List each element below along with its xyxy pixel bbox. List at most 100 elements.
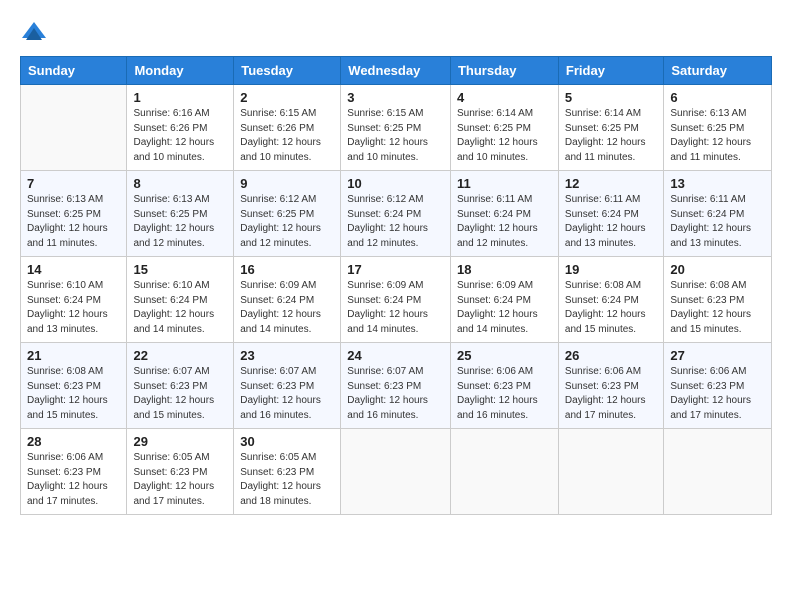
day-number: 18 (457, 262, 552, 277)
day-number: 4 (457, 90, 552, 105)
calendar-cell: 24 Sunrise: 6:07 AM Sunset: 6:23 PM Dayli… (341, 343, 451, 429)
day-info: Sunrise: 6:14 AM Sunset: 6:25 PM Dayligh… (457, 107, 552, 165)
header (20, 18, 772, 46)
day-number: 2 (240, 90, 334, 105)
day-number: 28 (27, 434, 120, 449)
day-number: 9 (240, 176, 334, 191)
calendar-cell: 16 Sunrise: 6:09 AM Sunset: 6:24 PM Dayli… (234, 257, 341, 343)
day-number: 15 (133, 262, 227, 277)
day-number: 21 (27, 348, 120, 363)
calendar-cell: 14 Sunrise: 6:10 AM Sunset: 6:24 PM Dayli… (21, 257, 127, 343)
calendar-cell: 3Sunrise: 6:15 AM Sunset: 6:25 PM Daylig… (341, 85, 451, 171)
calendar-header-row: SundayMondayTuesdayWednesdayThursdayFrid… (21, 57, 772, 85)
calendar-cell: 22 Sunrise: 6:07 AM Sunset: 6:23 PM Dayli… (127, 343, 234, 429)
calendar-cell: 19 Sunrise: 6:08 AM Sunset: 6:24 PM Dayli… (558, 257, 663, 343)
day-number: 12 (565, 176, 657, 191)
day-of-week-header: Saturday (664, 57, 772, 85)
calendar-cell: 12 Sunrise: 6:11 AM Sunset: 6:24 PM Dayli… (558, 171, 663, 257)
day-number: 8 (133, 176, 227, 191)
calendar-cell (341, 429, 451, 515)
day-info: Sunrise: 6:13 AM Sunset: 6:25 PM Dayligh… (27, 193, 120, 251)
day-info: Sunrise: 6:12 AM Sunset: 6:25 PM Dayligh… (240, 193, 334, 251)
calendar-cell: 10 Sunrise: 6:12 AM Sunset: 6:24 PM Dayli… (341, 171, 451, 257)
day-number: 10 (347, 176, 444, 191)
calendar-cell (21, 85, 127, 171)
calendar-cell: 30 Sunrise: 6:05 AM Sunset: 6:23 PM Dayli… (234, 429, 341, 515)
day-of-week-header: Thursday (450, 57, 558, 85)
calendar-cell: 15 Sunrise: 6:10 AM Sunset: 6:24 PM Dayli… (127, 257, 234, 343)
day-info: Sunrise: 6:08 AM Sunset: 6:24 PM Dayligh… (565, 279, 657, 337)
day-info: Sunrise: 6:14 AM Sunset: 6:25 PM Dayligh… (565, 107, 657, 165)
day-number: 20 (670, 262, 765, 277)
calendar-cell: 2 Sunrise: 6:15 AM Sunset: 6:26 PM Daylig… (234, 85, 341, 171)
calendar-cell: 29Sunrise: 6:05 AM Sunset: 6:23 PM Dayli… (127, 429, 234, 515)
calendar-cell: 28 Sunrise: 6:06 AM Sunset: 6:23 PM Dayli… (21, 429, 127, 515)
day-info: Sunrise: 6:11 AM Sunset: 6:24 PM Dayligh… (565, 193, 657, 251)
day-number: 19 (565, 262, 657, 277)
logo-icon (20, 18, 48, 46)
calendar-cell: 25 Sunrise: 6:06 AM Sunset: 6:23 PM Dayli… (450, 343, 558, 429)
day-of-week-header: Sunday (21, 57, 127, 85)
day-number: 7 (27, 176, 120, 191)
day-info: Sunrise: 6:07 AM Sunset: 6:23 PM Dayligh… (240, 365, 334, 423)
day-number: 26 (565, 348, 657, 363)
day-info: Sunrise: 6:09 AM Sunset: 6:24 PM Dayligh… (240, 279, 334, 337)
page: SundayMondayTuesdayWednesdayThursdayFrid… (0, 0, 792, 612)
day-info: Sunrise: 6:13 AM Sunset: 6:25 PM Dayligh… (133, 193, 227, 251)
calendar-cell: 13 Sunrise: 6:11 AM Sunset: 6:24 PM Dayli… (664, 171, 772, 257)
day-of-week-header: Tuesday (234, 57, 341, 85)
day-number: 30 (240, 434, 334, 449)
day-info: Sunrise: 6:07 AM Sunset: 6:23 PM Dayligh… (133, 365, 227, 423)
day-info: Sunrise: 6:10 AM Sunset: 6:24 PM Dayligh… (133, 279, 227, 337)
calendar-cell: 27Sunrise: 6:06 AM Sunset: 6:23 PM Dayli… (664, 343, 772, 429)
day-number: 25 (457, 348, 552, 363)
calendar-week-row: 21 Sunrise: 6:08 AM Sunset: 6:23 PM Dayli… (21, 343, 772, 429)
day-of-week-header: Monday (127, 57, 234, 85)
day-of-week-header: Friday (558, 57, 663, 85)
day-info: Sunrise: 6:07 AM Sunset: 6:23 PM Dayligh… (347, 365, 444, 423)
calendar-cell (664, 429, 772, 515)
calendar-cell (450, 429, 558, 515)
day-info: Sunrise: 6:10 AM Sunset: 6:24 PM Dayligh… (27, 279, 120, 337)
day-info: Sunrise: 6:06 AM Sunset: 6:23 PM Dayligh… (565, 365, 657, 423)
day-info: Sunrise: 6:06 AM Sunset: 6:23 PM Dayligh… (457, 365, 552, 423)
calendar-cell: 17 Sunrise: 6:09 AM Sunset: 6:24 PM Dayli… (341, 257, 451, 343)
day-number: 22 (133, 348, 227, 363)
day-number: 14 (27, 262, 120, 277)
calendar-cell: 26 Sunrise: 6:06 AM Sunset: 6:23 PM Dayli… (558, 343, 663, 429)
calendar-cell: 11Sunrise: 6:11 AM Sunset: 6:24 PM Dayli… (450, 171, 558, 257)
day-number: 5 (565, 90, 657, 105)
calendar-cell: 6Sunrise: 6:13 AM Sunset: 6:25 PM Daylig… (664, 85, 772, 171)
calendar-cell: 20 Sunrise: 6:08 AM Sunset: 6:23 PM Dayli… (664, 257, 772, 343)
day-info: Sunrise: 6:05 AM Sunset: 6:23 PM Dayligh… (240, 451, 334, 509)
day-info: Sunrise: 6:15 AM Sunset: 6:26 PM Dayligh… (240, 107, 334, 165)
day-info: Sunrise: 6:08 AM Sunset: 6:23 PM Dayligh… (27, 365, 120, 423)
calendar-cell: 9 Sunrise: 6:12 AM Sunset: 6:25 PM Daylig… (234, 171, 341, 257)
day-number: 1 (133, 90, 227, 105)
calendar-cell: 5 Sunrise: 6:14 AM Sunset: 6:25 PM Daylig… (558, 85, 663, 171)
calendar-cell: 4 Sunrise: 6:14 AM Sunset: 6:25 PM Daylig… (450, 85, 558, 171)
calendar-table: SundayMondayTuesdayWednesdayThursdayFrid… (20, 56, 772, 515)
calendar-week-row: 7 Sunrise: 6:13 AM Sunset: 6:25 PM Daylig… (21, 171, 772, 257)
calendar-week-row: 14 Sunrise: 6:10 AM Sunset: 6:24 PM Dayli… (21, 257, 772, 343)
calendar-cell: 1 Sunrise: 6:16 AM Sunset: 6:26 PM Daylig… (127, 85, 234, 171)
day-info: Sunrise: 6:16 AM Sunset: 6:26 PM Dayligh… (133, 107, 227, 165)
day-info: Sunrise: 6:11 AM Sunset: 6:24 PM Dayligh… (670, 193, 765, 251)
day-info: Sunrise: 6:12 AM Sunset: 6:24 PM Dayligh… (347, 193, 444, 251)
day-info: Sunrise: 6:06 AM Sunset: 6:23 PM Dayligh… (670, 365, 765, 423)
calendar-week-row: 28 Sunrise: 6:06 AM Sunset: 6:23 PM Dayli… (21, 429, 772, 515)
day-number: 16 (240, 262, 334, 277)
calendar-cell: 23 Sunrise: 6:07 AM Sunset: 6:23 PM Dayli… (234, 343, 341, 429)
day-info: Sunrise: 6:09 AM Sunset: 6:24 PM Dayligh… (347, 279, 444, 337)
day-number: 13 (670, 176, 765, 191)
day-number: 6 (670, 90, 765, 105)
day-info: Sunrise: 6:11 AM Sunset: 6:24 PM Dayligh… (457, 193, 552, 251)
day-number: 29 (133, 434, 227, 449)
day-info: Sunrise: 6:15 AM Sunset: 6:25 PM Dayligh… (347, 107, 444, 165)
day-number: 17 (347, 262, 444, 277)
day-info: Sunrise: 6:08 AM Sunset: 6:23 PM Dayligh… (670, 279, 765, 337)
day-number: 24 (347, 348, 444, 363)
day-info: Sunrise: 6:06 AM Sunset: 6:23 PM Dayligh… (27, 451, 120, 509)
day-of-week-header: Wednesday (341, 57, 451, 85)
day-number: 23 (240, 348, 334, 363)
